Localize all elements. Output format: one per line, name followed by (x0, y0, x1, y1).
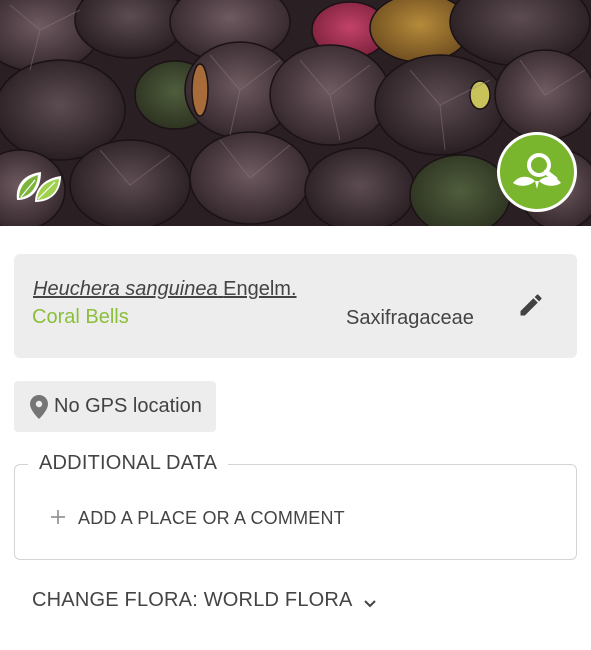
change-flora-label: CHANGE FLORA: WORLD FLORA (32, 589, 353, 611)
add-place-comment-label: ADD A PLACE OR A COMMENT (78, 507, 345, 528)
species-card: Heuchera sanguinea Engelm. Coral Bells S… (14, 254, 577, 358)
additional-data-title: ADDITIONAL DATA (28, 452, 229, 475)
add-place-comment-button[interactable]: ADD A PLACE OR A COMMENT (50, 507, 345, 529)
change-flora-dropdown[interactable]: CHANGE FLORA: WORLD FLORA (32, 589, 377, 612)
author-name: Engelm. (223, 278, 297, 300)
scientific-name: Heuchera sanguinea (33, 278, 218, 300)
plant-search-icon (509, 149, 565, 195)
plus-icon (50, 507, 66, 529)
edit-species-button[interactable] (514, 290, 548, 324)
family-name: Saxifragaceae (346, 307, 474, 329)
location-pin-icon (30, 394, 48, 419)
gps-location-chip[interactable]: No GPS location (14, 381, 216, 432)
common-name: Coral Bells (32, 306, 129, 328)
leaf-badge-icon (13, 166, 65, 206)
chevron-down-icon (363, 596, 377, 607)
plant-photo[interactable] (0, 0, 591, 226)
identify-plant-button[interactable] (497, 132, 577, 212)
gps-location-label: No GPS location (54, 395, 202, 417)
pencil-icon (517, 291, 545, 324)
scientific-name-link[interactable]: Heuchera sanguinea Engelm. (33, 278, 297, 301)
